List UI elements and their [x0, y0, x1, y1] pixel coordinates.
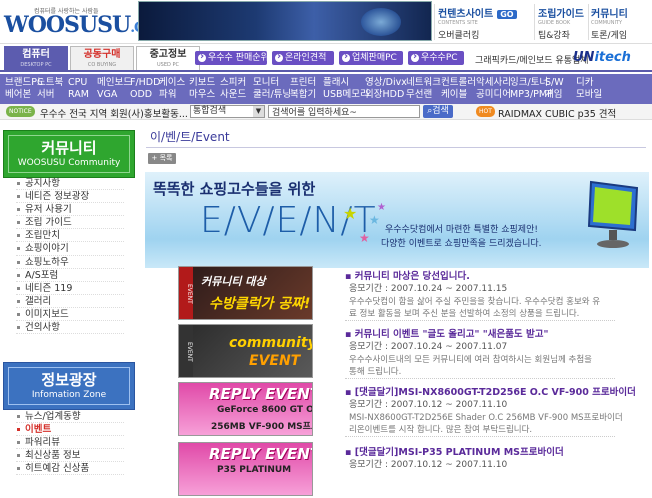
- ticker-bar: NOTICE 우수수 전국 지역 회원(사)홍보활동... 통합검색▼ ⌕검색 …: [0, 104, 652, 120]
- event-description: 우수수닷컴이 함을 삶어 주실 주민을을 찾습니다. 우수수닷컴 홍보와 유료 …: [349, 297, 601, 319]
- hot-tag: HOT: [476, 106, 495, 117]
- event-title[interactable]: 커뮤니티 이벤트 "글도 올리고" "새은품도 받고": [345, 326, 549, 340]
- hot-text[interactable]: RAIDMAX CUBIC p35 견적: [498, 106, 616, 120]
- event-title[interactable]: [댓글달기]MSI-NX8600GT-T2D256E O.C VF-900 프로…: [345, 384, 636, 398]
- page-title: 이/벤/트/Event: [150, 130, 230, 144]
- sidebar-item[interactable]: 쇼핑노하우: [16, 256, 124, 269]
- sidebar-item[interactable]: 공지사항: [16, 177, 124, 191]
- product-category-item[interactable]: 스피커 사운드: [220, 77, 246, 101]
- event-thumbnail[interactable]: EVENT community EVENT: [178, 324, 313, 378]
- product-category-item[interactable]: 프린터 복합기: [290, 77, 316, 101]
- product-category-item[interactable]: 키보드 마우스: [189, 77, 215, 101]
- event-thumbnail[interactable]: REPLY EVENT P35 PLATINUM: [178, 442, 313, 496]
- site-logo[interactable]: 컴퓨터를 사랑하는 사람들 WOOSUSU.COM: [4, 2, 171, 40]
- nav-contents-site[interactable]: 컨텐츠사이트 GO CONTENTS SITE 오버클러킹: [438, 5, 517, 41]
- pill-online-quote[interactable]: 온라인견적: [272, 50, 334, 65]
- info-zone-box[interactable]: 정보광장 Infomation Zone: [3, 362, 135, 410]
- main-content: 이/벤/트/Event + 목록 똑똑한 쇼핑고수들을 위한 E/V/E/N/T…: [140, 122, 652, 496]
- event-date: 응모기간 : 2007.10.12 ~ 2007.11.10: [349, 400, 508, 410]
- divider: [534, 4, 535, 40]
- event-item[interactable]: EVENT 커뮤니티 대상 수방클럭가 공짜! 커뮤니티 마상은 당선입니다. …: [178, 264, 648, 322]
- sidebar-item[interactable]: 네티즌 119: [16, 282, 124, 295]
- community-menu: 공지사항 네티즌 정보광장 유저 사용기 조립 가이드 조립만치 쇼핑이야기 쇼핑노하우 A/…: [16, 177, 124, 335]
- site-header: 컴퓨터를 사랑하는 사람들 WOOSUSU.COM 컨텐츠사이트GO CONTE…: [0, 0, 652, 44]
- pill-sales-ranking[interactable]: 우수수 판매순위: [195, 50, 269, 65]
- divider: [588, 4, 589, 40]
- list-button[interactable]: + 목록: [148, 153, 176, 164]
- chevron-down-icon: ▼: [253, 106, 264, 117]
- community-box[interactable]: 커뮤니티 WOOSUSU Community: [3, 130, 135, 178]
- gfx-vendor-text: 그래픽카드/메인보드 유통업체: [475, 56, 589, 66]
- product-category-item[interactable]: CPU RAM: [68, 77, 89, 101]
- search-scope-select[interactable]: 통합검색 ▼: [190, 105, 265, 118]
- sidebar-item[interactable]: 건의사항: [16, 321, 124, 335]
- star-icon: ★: [359, 231, 370, 245]
- event-description: MSI-NX8600GT-T2D256E Shader O.C 256MB VF…: [349, 413, 623, 435]
- nav-guide-book[interactable]: 조립가이드 GUIDE BOOK 팁&강좌: [538, 5, 584, 41]
- divider: [146, 147, 646, 148]
- sidebar-item[interactable]: 이벤트: [16, 423, 124, 437]
- product-category-item[interactable]: S/W 게임: [545, 77, 564, 101]
- event-title[interactable]: 커뮤니티 마상은 당선입니다.: [345, 268, 470, 282]
- banner-line1: 우수수닷컴에서 마련한 특별한 쇼핑제안!: [385, 225, 538, 235]
- product-category-item[interactable]: 컨트롤러 케이블: [441, 77, 476, 101]
- event-date: 응모기간 : 2007.10.12 ~ 2007.11.10: [349, 460, 508, 470]
- search-button[interactable]: ⌕검색: [423, 105, 453, 118]
- event-item[interactable]: EVENT community EVENT 커뮤니티 이벤트 "글도 올리고" …: [178, 322, 648, 380]
- product-category-bar: 브랜드PC 베어본 노트북 서버 CPU RAM 메인보드 VGA F/HDD ODD 케이스 파워 키…: [0, 74, 652, 104]
- sidebar-item[interactable]: 최신상품 정보: [16, 449, 124, 463]
- banner-line2: 다양한 이벤트로 쇼핑만족을 드리겠습니다.: [381, 239, 542, 249]
- sidebar-item[interactable]: 갤러리: [16, 295, 124, 308]
- product-category-item[interactable]: 메인보드 VGA: [97, 77, 132, 101]
- product-category-item[interactable]: 악세사리 공미디어: [476, 77, 511, 101]
- event-thumbnail[interactable]: EVENT 커뮤니티 대상 수방클럭가 공짜!: [178, 266, 313, 320]
- product-category-item[interactable]: F/HDD ODD: [130, 77, 160, 101]
- sidebar-item[interactable]: 파워리뷰: [16, 436, 124, 450]
- event-item[interactable]: REPLY EVENT GeForce 8600 GT O.C 256MB VF…: [178, 380, 648, 438]
- event-item[interactable]: REPLY EVENT P35 PLATINUM [댓글달기]MSI-P35 P…: [178, 440, 648, 498]
- event-date: 응모기간 : 2007.10.24 ~ 2007.11.15: [349, 284, 508, 294]
- notice-text[interactable]: 우수수 전국 지역 회원(사)홍보활동...: [40, 106, 188, 120]
- go-button[interactable]: GO: [497, 10, 517, 19]
- event-banner: 똑똑한 쇼핑고수들을 위한 E/V/E/N/T ★ ★ ★ ★ 우수수닷컴에서 …: [145, 172, 649, 268]
- tab-desktop-pc[interactable]: 컴퓨터 DESKTOP PC: [4, 46, 68, 70]
- pill-vendor-pc[interactable]: 업체판매PC: [339, 50, 403, 65]
- star-icon: ★: [343, 204, 358, 223]
- tab-used-pc[interactable]: 중고정보 USED PC: [136, 46, 200, 70]
- banner-headline: 똑똑한 쇼핑고수들을 위한: [153, 180, 316, 198]
- unitech-logo[interactable]: UNitech: [573, 50, 631, 65]
- sidebar-item[interactable]: 뉴스/업계동향: [16, 410, 124, 424]
- info-menu: 뉴스/업계동향 이벤트 파워리뷰 최신상품 정보 히트예감 신상품: [16, 410, 124, 476]
- monitor-icon: [587, 180, 639, 248]
- sidebar-item[interactable]: A/S포럼: [16, 269, 124, 282]
- sidebar-item[interactable]: 유저 사용기: [16, 203, 124, 217]
- sidebar-item[interactable]: 쇼핑이야기: [16, 242, 124, 256]
- product-category-item[interactable]: 모니터 쿨러/튜닝: [253, 77, 291, 101]
- sidebar-item[interactable]: 히트예감 신상품: [16, 462, 124, 476]
- nav-community[interactable]: 커뮤니티 COMMUNITY 토론/게임: [591, 5, 628, 41]
- product-category-item[interactable]: 케이스 파워: [159, 77, 185, 101]
- sidebar-item[interactable]: 네티즌 정보광장: [16, 190, 124, 204]
- search-input[interactable]: [268, 105, 420, 118]
- sidebar: 커뮤니티 WOOSUSU Community 공지사항 네티즌 정보광장 유저 사용…: [0, 122, 138, 478]
- main-menu-row: 컴퓨터 DESKTOP PC 공동구매 CO BUYING 중고정보 USED PC …: [0, 44, 652, 72]
- sidebar-item[interactable]: 이미지보드: [16, 308, 124, 322]
- event-date: 응모기간 : 2007.10.24 ~ 2007.11.07: [349, 342, 508, 352]
- event-title[interactable]: [댓글달기]MSI-P35 PLATINUM MS프로바이더: [345, 444, 564, 458]
- event-thumbnail[interactable]: REPLY EVENT GeForce 8600 GT O.C 256MB VF…: [178, 382, 313, 436]
- product-category-item[interactable]: 노트북 서버: [37, 77, 63, 101]
- top-banner-ad[interactable]: [138, 1, 432, 41]
- tab-co-buying[interactable]: 공동구매 CO BUYING: [70, 46, 134, 70]
- product-category-item[interactable]: 디카 모바일: [576, 77, 602, 101]
- product-category-item[interactable]: 네트워크 무선랜: [406, 77, 441, 101]
- product-category-item[interactable]: 플래시 USB메모리: [323, 77, 369, 101]
- notice-tag: NOTICE: [6, 106, 35, 117]
- pill-woosusu-pc[interactable]: 우수수PC: [408, 50, 464, 65]
- divider: [434, 4, 435, 40]
- sidebar-item[interactable]: 조립만치: [16, 229, 124, 243]
- star-icon: ★: [377, 202, 386, 213]
- product-category-item[interactable]: 영상/Divx 외장HDD: [365, 77, 407, 101]
- event-description: 우수수사이트내의 모든 커뮤니티에 여러 참여하시는 회원님께 추첨을 통해 드립…: [349, 355, 592, 377]
- sidebar-item[interactable]: 조립 가이드: [16, 216, 124, 230]
